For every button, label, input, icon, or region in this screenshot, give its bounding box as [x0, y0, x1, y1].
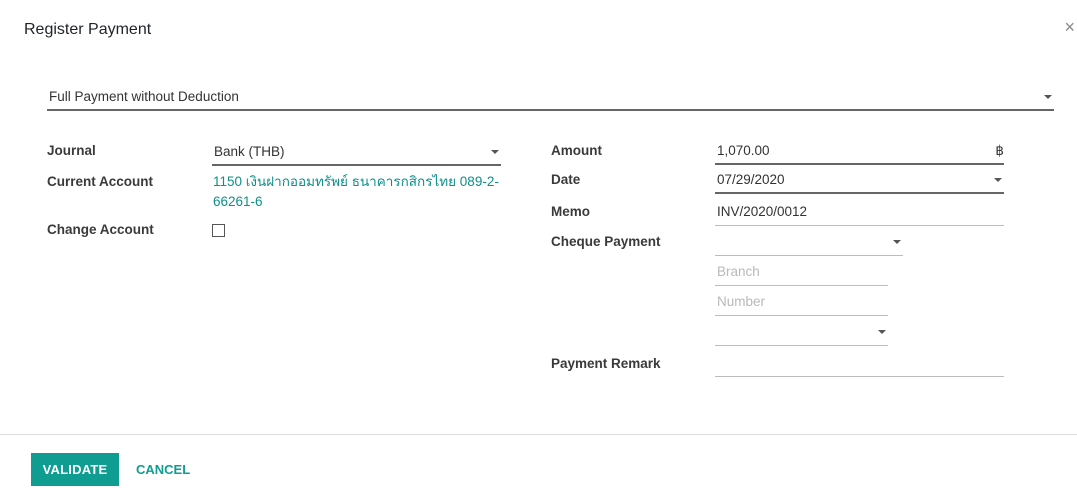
dialog-footer: VALIDATE CANCEL [0, 434, 1077, 502]
memo-value: INV/2020/0012 [717, 204, 808, 219]
chevron-down-icon [893, 240, 901, 244]
chevron-down-icon [994, 178, 1002, 182]
payment-type-select[interactable]: Full Payment without Deduction [47, 87, 1054, 111]
change-account-checkbox[interactable] [212, 224, 225, 237]
cheque-payment-label: Cheque Payment [551, 234, 661, 249]
memo-input[interactable]: INV/2020/0012 [715, 202, 1004, 226]
close-icon[interactable]: × [1064, 18, 1075, 36]
date-value: 07/29/2020 [717, 172, 785, 187]
chevron-down-icon [1044, 95, 1052, 99]
current-account-link[interactable]: 1150 เงินฝากออมทรัพย์ ธนาคารกสิกรไทย 089… [213, 172, 513, 212]
date-input[interactable]: 07/29/2020 [715, 170, 1004, 194]
currency-symbol: ฿ [995, 143, 1004, 158]
journal-label: Journal [47, 143, 96, 158]
dialog-title: Register Payment [24, 21, 152, 38]
extra-select[interactable] [715, 322, 888, 346]
cheque-payment-select[interactable] [715, 232, 903, 256]
cancel-button[interactable]: CANCEL [128, 453, 198, 486]
journal-value: Bank (THB) [214, 144, 285, 159]
amount-label: Amount [551, 143, 602, 158]
payment-remark-input[interactable] [715, 353, 1004, 377]
branch-placeholder: Branch [717, 264, 760, 279]
number-input[interactable]: Number [715, 292, 888, 316]
change-account-label: Change Account [47, 222, 154, 237]
journal-select[interactable]: Bank (THB) [212, 142, 501, 166]
dialog-body: Full Payment without Deduction Journal B… [0, 60, 1077, 434]
payment-remark-label: Payment Remark [551, 356, 661, 371]
validate-button[interactable]: VALIDATE [31, 453, 119, 486]
chevron-down-icon [878, 330, 886, 334]
current-account-label: Current Account [47, 174, 154, 189]
chevron-down-icon [491, 150, 499, 154]
number-placeholder: Number [717, 294, 766, 309]
amount-value: 1,070.00 [717, 143, 770, 158]
register-payment-dialog: Register Payment × Full Payment without … [0, 0, 1077, 502]
dialog-header: Register Payment × [0, 0, 1077, 61]
date-label: Date [551, 172, 581, 187]
amount-input[interactable]: 1,070.00 ฿ [715, 141, 1004, 165]
payment-type-value: Full Payment without Deduction [49, 89, 239, 104]
branch-input[interactable]: Branch [715, 262, 888, 286]
memo-label: Memo [551, 204, 591, 219]
